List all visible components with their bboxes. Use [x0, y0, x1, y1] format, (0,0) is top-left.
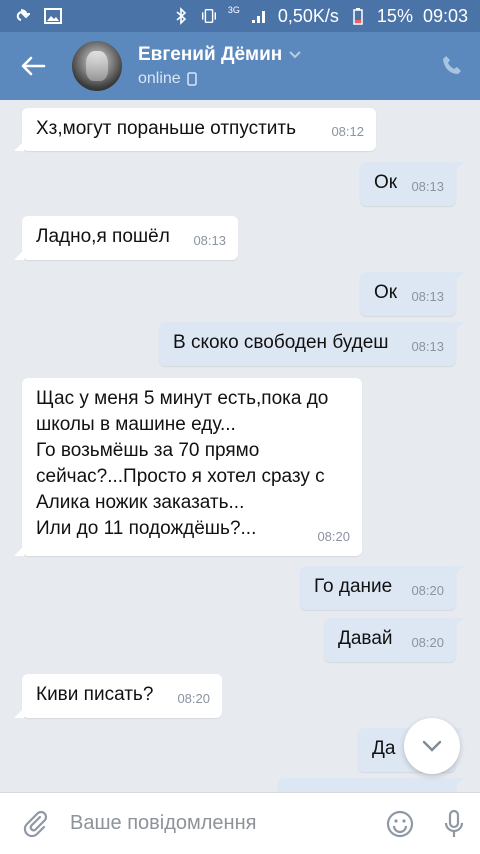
- message-time: 08:20: [177, 691, 210, 706]
- voice-button[interactable]: [428, 808, 480, 840]
- chat-header: Евгений Дёмин online: [0, 32, 480, 100]
- message-list[interactable]: Хз,могут пораньше отпустить 08:12 Ок 08:…: [0, 100, 480, 792]
- message-bubble-partial[interactable]: [278, 778, 464, 792]
- message-time: 08:12: [331, 124, 364, 139]
- message-bubble[interactable]: Го дание 08:20: [300, 566, 464, 610]
- call-button[interactable]: [424, 32, 480, 100]
- message-time: 08:13: [411, 289, 444, 304]
- clock: 09:03: [422, 5, 468, 26]
- message-input[interactable]: Ваше повідомлення: [70, 812, 372, 835]
- attach-button[interactable]: [0, 809, 70, 839]
- smile-icon: [386, 810, 414, 837]
- message-composer: Ваше повідомлення: [0, 792, 480, 854]
- phone-icon: [443, 56, 461, 74]
- signal-icon: [250, 7, 268, 25]
- battery-charging-icon: [349, 7, 367, 25]
- message-text: Щас у меня 5 минут есть,пока до школы в …: [36, 388, 329, 539]
- message-bubble[interactable]: Щас у меня 5 минут есть,пока до школы в …: [14, 378, 362, 556]
- avatar[interactable]: [72, 41, 122, 91]
- emoji-button[interactable]: [372, 809, 428, 839]
- battery-level: 15%: [376, 5, 413, 26]
- message-time: 08:20: [317, 529, 350, 544]
- message-bubble[interactable]: Хз,могут пораньше отпустить 08:12: [14, 108, 376, 151]
- message-bubble[interactable]: Ок 08:13: [360, 272, 464, 316]
- message-time: 08:13: [411, 179, 444, 194]
- mobile-icon: [186, 72, 197, 86]
- message-bubble[interactable]: Ок 08:13: [360, 162, 464, 206]
- message-time: 08:13: [411, 339, 444, 354]
- message-bubble[interactable]: Давай 08:20: [324, 618, 464, 662]
- back-button[interactable]: [0, 32, 66, 100]
- bluetooth-icon: [172, 7, 190, 25]
- chevron-down-icon: [289, 51, 301, 59]
- chevron-down-icon: [422, 740, 442, 752]
- message-bubble[interactable]: В скоко свободен будеш 08:13: [159, 322, 464, 366]
- microphone-icon: [444, 809, 464, 837]
- network-speed: 0,50K/s: [277, 5, 339, 26]
- message-bubble[interactable]: Киви писать? 08:20: [14, 674, 222, 718]
- status-bar: 3G 0,50K/s 15% 09:03: [0, 0, 480, 32]
- sync-icon: [12, 7, 30, 25]
- scroll-down-button[interactable]: [404, 718, 460, 774]
- network-type: 3G: [227, 5, 240, 15]
- message-time: 08:13: [193, 233, 226, 248]
- paperclip-icon: [23, 810, 48, 837]
- contact-status: online: [138, 70, 181, 87]
- image-icon: [44, 7, 62, 25]
- message-text: Хз,могут пораньше отпустить: [36, 118, 297, 139]
- contact-name: Евгений Дёмин: [138, 44, 283, 65]
- message-time: 08:20: [411, 583, 444, 598]
- arrow-left-icon: [21, 56, 46, 76]
- message-text: В скоко свободен будеш: [173, 332, 389, 353]
- contact-info[interactable]: Евгений Дёмин online: [138, 44, 302, 88]
- vibrate-icon: [200, 7, 218, 25]
- message-time: 08:20: [411, 635, 444, 650]
- message-bubble[interactable]: Ладно,я пошёл 08:13: [14, 216, 238, 260]
